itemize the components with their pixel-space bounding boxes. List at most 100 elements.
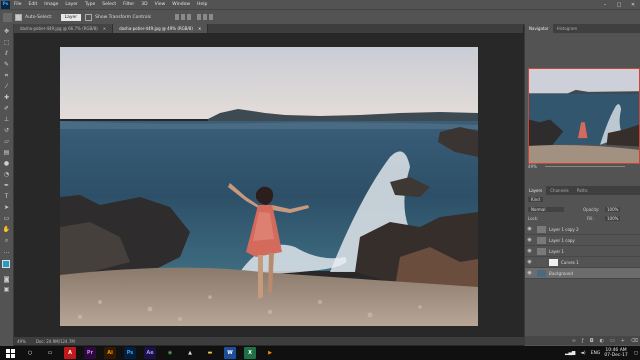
move-tool-preset-icon[interactable] xyxy=(3,12,12,22)
layer-filter-kind[interactable]: Kind xyxy=(528,197,543,202)
menu-select[interactable]: Select xyxy=(102,2,116,7)
close-icon[interactable]: ✕ xyxy=(626,0,640,9)
marquee-tool-icon[interactable]: ⬚ xyxy=(2,39,11,46)
align-middle-icon[interactable] xyxy=(181,14,186,20)
clone-stamp-icon[interactable]: ⊥ xyxy=(2,116,11,123)
new-layer-icon[interactable]: + xyxy=(621,338,625,344)
tab-paths[interactable]: Paths xyxy=(573,186,592,195)
volume-icon[interactable]: ◄) xyxy=(580,351,585,356)
menu-type[interactable]: Type xyxy=(85,2,95,7)
notifications-icon[interactable]: ▢ xyxy=(634,351,638,356)
photos-icon[interactable]: ▲ xyxy=(184,347,196,359)
layer-row[interactable]: ◉ Curves 1 xyxy=(525,257,640,268)
maximize-icon[interactable]: □ xyxy=(612,0,626,9)
link-layers-icon[interactable]: ∞ xyxy=(572,338,576,344)
navigator-thumbnail[interactable] xyxy=(528,68,640,164)
windows-start-icon[interactable] xyxy=(4,347,16,359)
eye-icon[interactable]: ◉ xyxy=(525,248,534,254)
illustrator-icon[interactable]: Ai xyxy=(104,347,116,359)
blend-mode-dropdown[interactable]: Normal xyxy=(528,207,564,212)
premiere-icon[interactable]: Pr xyxy=(84,347,96,359)
quick-mask-icon[interactable]: ◙ xyxy=(2,276,11,283)
layer-row[interactable]: ◉ Layer 1 copy 2 xyxy=(525,224,640,235)
navigator-zoom-value[interactable]: 49% xyxy=(528,164,537,169)
align-left-icon[interactable] xyxy=(197,14,202,20)
path-select-icon[interactable]: ➤ xyxy=(2,204,11,211)
auto-select-checkbox[interactable] xyxy=(15,13,22,21)
menu-file[interactable]: File xyxy=(14,2,22,7)
zoom-readout[interactable]: 49% xyxy=(17,339,26,344)
align-top-icon[interactable] xyxy=(175,14,180,20)
menu-3d[interactable]: 3D xyxy=(141,2,147,7)
history-brush-icon[interactable]: ↺ xyxy=(2,127,11,134)
pen-tool-icon[interactable]: ✒ xyxy=(2,182,11,189)
chrome-icon[interactable]: ◉ xyxy=(164,347,176,359)
zoom-tool-icon[interactable]: ⌕ xyxy=(2,237,11,244)
layer-mask-thumbnail[interactable] xyxy=(549,258,558,266)
menu-view[interactable]: View xyxy=(155,2,166,7)
type-tool-icon[interactable]: T xyxy=(2,193,11,200)
language-indicator[interactable]: ENG xyxy=(591,351,601,356)
menu-window[interactable]: Window xyxy=(172,2,190,7)
crop-tool-icon[interactable]: ⌗ xyxy=(2,72,11,79)
menu-layer[interactable]: Layer xyxy=(65,2,78,7)
tab-channels[interactable]: Channels xyxy=(546,186,573,195)
blur-tool-icon[interactable]: ● xyxy=(2,160,11,167)
tab-layers[interactable]: Layers xyxy=(525,186,547,195)
brush-tool-icon[interactable]: ✐ xyxy=(2,105,11,112)
more-tools-icon[interactable]: … xyxy=(2,248,11,255)
move-tool-icon[interactable]: ✥ xyxy=(2,28,11,35)
menu-edit[interactable]: Edit xyxy=(29,2,38,7)
eyedropper-tool-icon[interactable]: ⁄ xyxy=(2,83,11,90)
eye-icon[interactable]: ◉ xyxy=(525,259,534,265)
menu-help[interactable]: Help xyxy=(197,2,207,7)
word-icon[interactable]: W xyxy=(224,347,236,359)
fx-icon[interactable]: ƒ xyxy=(582,338,584,344)
align-bottom-icon[interactable] xyxy=(187,14,192,20)
healing-brush-icon[interactable]: ✚ xyxy=(2,94,11,101)
quick-select-tool-icon[interactable]: ✎ xyxy=(2,61,11,68)
adjustment-layer-icon[interactable]: ◐ xyxy=(600,338,604,344)
foreground-color-swatch[interactable] xyxy=(2,260,10,268)
menu-image[interactable]: Image xyxy=(44,2,58,7)
layer-row[interactable]: ◉ Layer 1 xyxy=(525,246,640,257)
file-explorer-icon[interactable]: ▬ xyxy=(204,347,216,359)
clock[interactable]: 10:46 AM 07-Dec-17 xyxy=(604,348,627,358)
shape-tool-icon[interactable]: ▭ xyxy=(2,215,11,222)
minimize-icon[interactable]: – xyxy=(598,0,612,9)
show-transform-checkbox[interactable] xyxy=(85,13,93,21)
acrobat-icon[interactable]: A xyxy=(64,347,76,359)
tab-document-2[interactable]: dasha-potier-449.jpg @ 49% (RGB/8) ✕ xyxy=(113,24,209,33)
new-group-icon[interactable]: ▭ xyxy=(610,338,615,344)
tab-histogram[interactable]: Histogram xyxy=(553,24,582,33)
tab-navigator[interactable]: Navigator xyxy=(525,24,553,33)
document-image[interactable] xyxy=(60,47,478,326)
eye-icon[interactable]: ◉ xyxy=(525,270,534,276)
auto-select-dropdown[interactable]: Layer xyxy=(60,13,82,21)
navigator-zoom-slider[interactable] xyxy=(545,166,625,167)
wmp-icon[interactable]: ▶ xyxy=(264,347,276,359)
dodge-tool-icon[interactable]: ◔ xyxy=(2,171,11,178)
photoshop-icon[interactable]: Ps xyxy=(124,347,136,359)
network-icon[interactable]: ▂▄▆ xyxy=(565,351,575,356)
align-center-icon[interactable] xyxy=(203,14,208,20)
layer-row[interactable]: ◉ Layer 1 copy xyxy=(525,235,640,246)
trash-icon[interactable]: ⌫ xyxy=(631,338,638,344)
screen-mode-icon[interactable]: ▣ xyxy=(2,286,11,293)
layer-row[interactable]: ◉ Background xyxy=(525,268,640,279)
after-effects-icon[interactable]: Ae xyxy=(144,347,156,359)
add-mask-icon[interactable]: ◘ xyxy=(590,338,594,344)
close-tab-icon[interactable]: ✕ xyxy=(103,26,106,31)
excel-icon[interactable]: X xyxy=(244,347,256,359)
cortana-icon[interactable]: ○ xyxy=(24,347,36,359)
task-view-icon[interactable]: ▭ xyxy=(44,347,56,359)
menu-filter[interactable]: Filter xyxy=(123,2,134,7)
eraser-tool-icon[interactable]: ▱ xyxy=(2,138,11,145)
lasso-tool-icon[interactable]: ℓ xyxy=(2,50,11,57)
eye-icon[interactable]: ◉ xyxy=(525,226,534,232)
tab-document-1[interactable]: dasha-potier-449.jpg @ 66.7% (RGB/8) ✕ xyxy=(14,24,114,33)
hand-tool-icon[interactable]: ✋ xyxy=(2,226,11,233)
fill-value[interactable]: 100% xyxy=(605,216,621,221)
opacity-value[interactable]: 100% xyxy=(605,207,621,212)
gradient-tool-icon[interactable]: ▤ xyxy=(2,149,11,156)
